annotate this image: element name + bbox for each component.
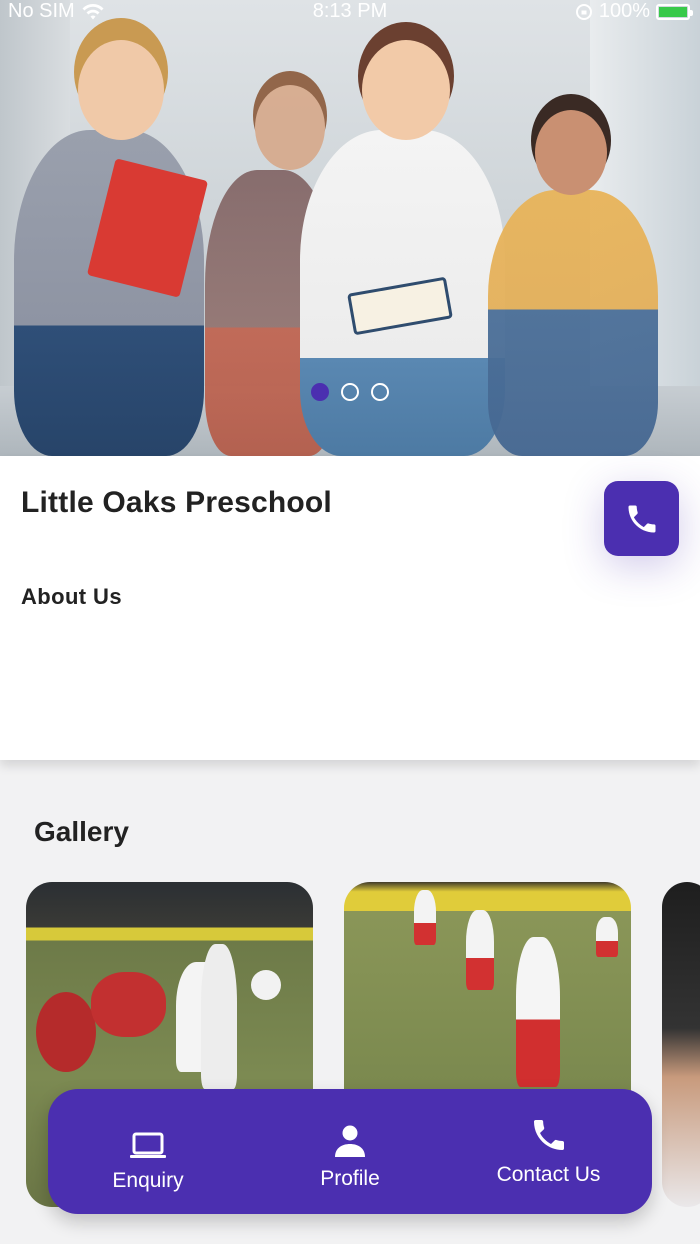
carousel-pager — [311, 383, 389, 401]
battery-percent: 100% — [598, 0, 650, 22]
pager-dot-active[interactable] — [311, 383, 329, 401]
hero-figure-head — [362, 40, 450, 140]
pager-dot[interactable] — [341, 383, 359, 401]
nav-enquiry[interactable]: Enquiry — [98, 1089, 198, 1214]
call-button[interactable] — [604, 481, 679, 556]
photo-figure — [251, 970, 281, 1000]
hero-carousel[interactable]: No SIM 8:13 PM 100% — [0, 0, 700, 456]
photo-figure — [414, 890, 436, 945]
photo-figure — [516, 937, 560, 1087]
photo-figure — [201, 944, 237, 1089]
hero-figure — [488, 190, 658, 456]
photo-figure — [596, 917, 618, 957]
nav-enquiry-label: Enquiry — [112, 1169, 184, 1192]
photo-figure — [36, 992, 96, 1072]
battery-icon — [656, 3, 693, 20]
gallery-title: Gallery — [34, 816, 129, 847]
phone-icon — [628, 505, 655, 532]
about-heading: About Us — [21, 584, 122, 609]
status-bar: No SIM 8:13 PM 100% — [0, 0, 700, 24]
nav-profile-label: Profile — [320, 1167, 380, 1190]
nav-profile[interactable]: Profile — [300, 1089, 400, 1214]
school-name: Little Oaks Preschool — [21, 486, 332, 519]
photo-figure — [466, 910, 494, 990]
app-screen: No SIM 8:13 PM 100% Little Oaks Preschoo… — [0, 0, 700, 1244]
nav-contact-us[interactable]: Contact Us — [486, 1089, 611, 1214]
phone-icon — [533, 1120, 564, 1150]
gallery-image[interactable] — [662, 882, 700, 1207]
hero-figure-head — [78, 40, 164, 140]
school-info-card: Little Oaks Preschool About Us — [0, 456, 700, 760]
orientation-lock-icon — [575, 3, 592, 20]
hero-figure-head — [255, 85, 325, 170]
bottom-nav: Enquiry Profile Contact Us — [48, 1089, 652, 1214]
pager-dot[interactable] — [371, 383, 389, 401]
laptop-icon — [130, 1132, 166, 1158]
hero-figure-head — [535, 110, 607, 195]
nav-contact-us-label: Contact Us — [496, 1163, 601, 1186]
photo-figure — [91, 972, 166, 1037]
person-icon — [335, 1125, 365, 1157]
